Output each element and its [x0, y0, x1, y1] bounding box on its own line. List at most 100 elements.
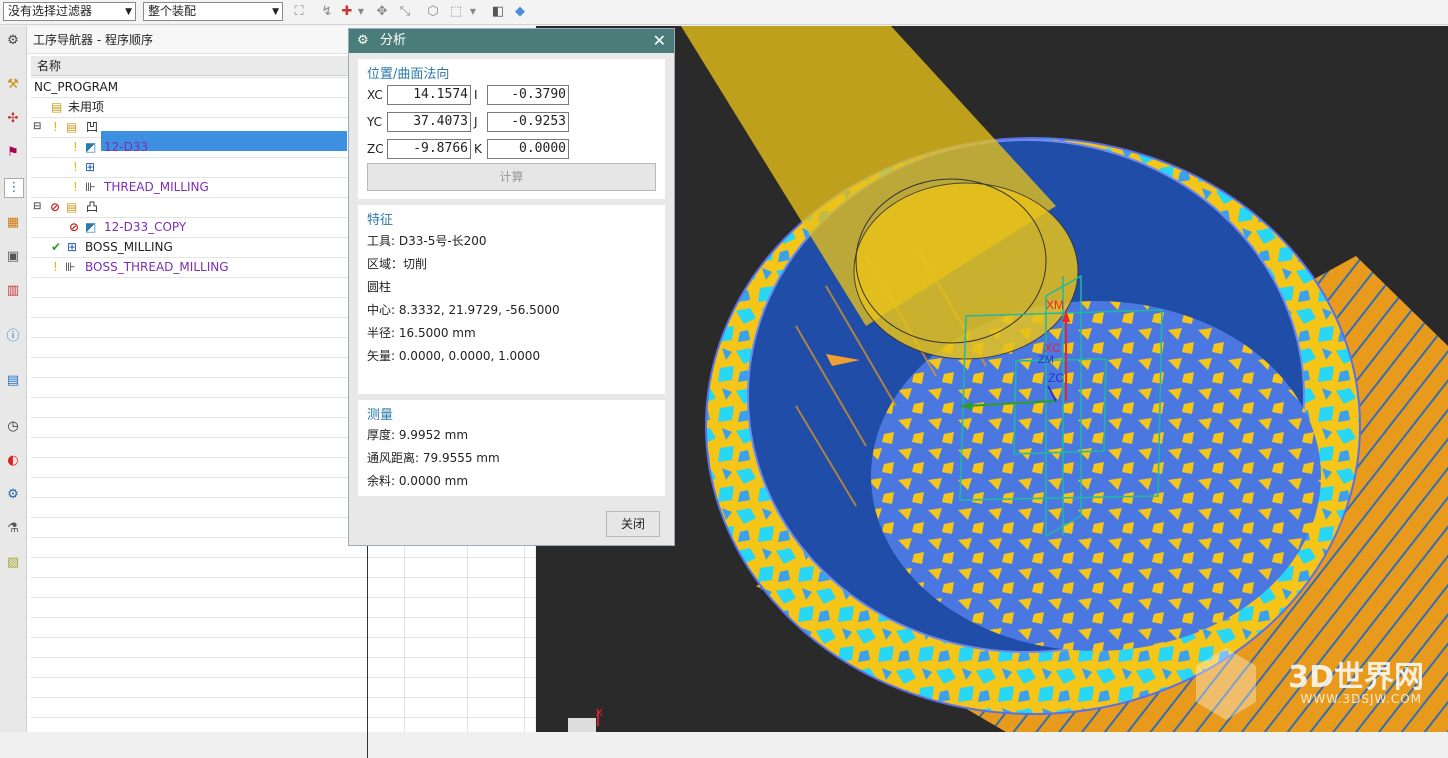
method-view-icon[interactable]: ⚑	[4, 144, 22, 162]
measure-thickness: 厚度: 9.9952 mm	[367, 428, 469, 442]
tree-row-nc-program[interactable]: NC_PROGRAM	[31, 77, 367, 97]
chevron-down-icon[interactable]: ▼	[356, 3, 366, 21]
measure-stock: 余料: 0.0000 mm	[367, 474, 469, 488]
group-heading: 位置/曲面法向	[367, 67, 450, 82]
program-order-view-icon[interactable]: ⋮	[4, 178, 24, 198]
tree-row-label: 未用项	[68, 100, 105, 114]
excluded-icon: ⊘	[69, 220, 80, 234]
feature-type: 圆柱	[367, 280, 392, 294]
k-label: K	[474, 142, 482, 156]
type-filter-value: 没有选择过滤器	[8, 4, 93, 18]
top-toolbar: 没有选择过滤器 ▼ 整个装配 ▼ ⛶ ↯ ✚ ▼ ✥ ⤡ ⬡ ⬚ ▼ ◧ ◆	[0, 0, 1448, 25]
tree-row-unused-items[interactable]: ▤ 未用项	[31, 97, 367, 117]
gear-icon[interactable]: ⚙	[357, 29, 369, 53]
yc-label: YC	[367, 115, 383, 129]
robot-arm-icon[interactable]: ⚙	[4, 486, 22, 504]
hole-milling-icon: ⊞	[85, 160, 96, 174]
measure-clearance: 通风距离: 79.9555 mm	[367, 451, 500, 465]
j-label: J	[474, 115, 478, 129]
point-snap-icon[interactable]: ✚	[338, 3, 356, 21]
collapse-icon[interactable]: ⊟	[33, 197, 41, 217]
reuse-library-icon[interactable]: ▥	[4, 282, 22, 300]
chevron-down-icon: ▼	[272, 7, 279, 17]
tree-row-boss-thread-milling[interactable]: ! ⊪ BOSS_THREAD_MILLING	[31, 257, 367, 277]
tree-row-hole-milling[interactable]: ! ⊞ HOLE_MILLING	[31, 157, 367, 177]
chevron-down-icon: ▼	[125, 7, 132, 17]
j-field[interactable]: -0.9253	[487, 112, 569, 132]
cube-icon[interactable]: ◆	[511, 3, 529, 21]
column-header-name[interactable]: 名称	[31, 56, 367, 76]
selection-scope-combo[interactable]: 整个装配 ▼	[143, 2, 283, 21]
tree-row-label: 12-D33_COPY	[104, 220, 187, 234]
feature-center: 中心: 8.3332, 21.9729, -56.5000	[367, 303, 560, 317]
excluded-icon: ⊘	[50, 200, 61, 214]
group-heading: 测量	[367, 408, 394, 423]
mill-area-icon: ◩	[85, 220, 97, 234]
feature-group: 特征 工具: D33-5号-长200 区域：切削 圆柱 中心: 8.3332, …	[358, 205, 665, 394]
folder-icon: ▤	[66, 120, 78, 134]
tree-row-label: HOLE_MILLING	[104, 160, 192, 174]
tree-row-concave[interactable]: ⊟ ! ▤ 凹	[31, 117, 367, 137]
compute-button[interactable]: 计算	[367, 163, 656, 191]
machine-tool-view-icon[interactable]: ⚒	[4, 76, 22, 94]
rectangle-select-icon[interactable]: ⬚	[447, 3, 465, 21]
measure-group: 测量 厚度: 9.9952 mm 通风距离: 79.9555 mm 余料: 0.…	[358, 400, 665, 496]
group-heading: 特征	[367, 213, 394, 228]
tree-row-12-d33-copy[interactable]: ⊘ ◩ 12-D33_COPY	[31, 217, 367, 237]
corner-axis-label: X	[596, 708, 603, 719]
checkmark-icon: ✔	[51, 240, 62, 254]
axis-label-zc: ZC	[1048, 371, 1064, 385]
tree-row-label: 凸	[86, 200, 99, 214]
process-icon[interactable]: ⚗	[4, 520, 22, 538]
move-icon[interactable]: ✥	[373, 3, 391, 21]
geometry-view-icon[interactable]: ✣	[4, 110, 22, 128]
boss-milling-icon: ⊞	[67, 240, 78, 254]
xc-field[interactable]: 14.1574	[387, 85, 471, 105]
tree-row-boss-milling[interactable]: ✔ ⊞ BOSS_MILLING	[31, 237, 367, 257]
k-field[interactable]: 0.0000	[487, 139, 569, 159]
machine-navigator-icon[interactable]: ▣	[4, 248, 22, 266]
document-icon[interactable]: ▤	[4, 372, 22, 390]
dialog-title: 分析	[380, 33, 407, 48]
gear-icon[interactable]: ⚙	[4, 32, 22, 50]
tree-row-convex[interactable]: ⊟ ⊘ ▤ 凸	[31, 197, 367, 217]
snap-icon[interactable]: ↯	[318, 3, 336, 21]
eraser-icon[interactable]: ◧	[489, 3, 507, 21]
tree-row-12-d33[interactable]: ! ◩ 12-D33	[31, 137, 367, 157]
tree-row-thread-milling[interactable]: ! ⊪ THREAD_MILLING	[31, 177, 367, 197]
yc-field[interactable]: 37.4073	[387, 112, 471, 132]
resource-bar: ⚙ ⚒ ✣ ⚑ ⋮ ▦ ▣ ▥ ⓘ ▤ ◷ ◐ ⚙ ⚗ ▧	[0, 26, 27, 732]
palette-icon[interactable]: ◐	[4, 452, 22, 470]
chevron-down-icon[interactable]: ▼	[468, 3, 478, 21]
i-field[interactable]: -0.3790	[487, 85, 569, 105]
close-icon[interactable]: ✕	[653, 29, 666, 53]
xc-label: XC	[367, 88, 383, 102]
roles-icon[interactable]: ▧	[4, 554, 22, 572]
zc-label: ZC	[367, 142, 384, 156]
clock-icon[interactable]: ◷	[4, 418, 22, 436]
dialog-title-bar[interactable]: ⚙ 分析 ✕	[349, 29, 674, 53]
transform-icon[interactable]: ⤡	[396, 3, 414, 21]
feature-radius: 半径: 16.5000 mm	[367, 326, 476, 340]
regenerate-marker-icon: !	[73, 140, 78, 154]
type-filter-combo[interactable]: 没有选择过滤器 ▼	[3, 2, 136, 21]
collapse-icon[interactable]: ⊟	[33, 117, 41, 137]
thread-milling-icon: ⊪	[65, 260, 76, 274]
feature-region: 区域：切削	[367, 257, 428, 271]
zc-field[interactable]: -9.8766	[387, 139, 471, 159]
axis-label-xm: XM	[1046, 298, 1064, 312]
polygon-select-icon[interactable]: ⬡	[424, 3, 442, 21]
filter-reset-icon[interactable]: ⛶	[290, 3, 308, 21]
tree-row-label: BOSS_THREAD_MILLING	[85, 260, 229, 274]
tree-row-label: 12-D33	[104, 140, 149, 154]
regenerate-marker-icon: !	[53, 260, 58, 274]
watermark-logo: 3D世界网	[1288, 660, 1424, 695]
folder-icon: ▤	[51, 100, 63, 114]
axis-label-zm: ZM	[1038, 354, 1054, 366]
feature-tool: 工具: D33-5号-长200	[367, 234, 487, 248]
part-navigator-icon[interactable]: ▦	[4, 214, 22, 232]
thread-milling-icon: ⊪	[85, 180, 96, 194]
close-button[interactable]: 关闭	[606, 511, 660, 537]
info-icon[interactable]: ⓘ	[4, 328, 22, 346]
selection-scope-value: 整个装配	[148, 4, 197, 18]
